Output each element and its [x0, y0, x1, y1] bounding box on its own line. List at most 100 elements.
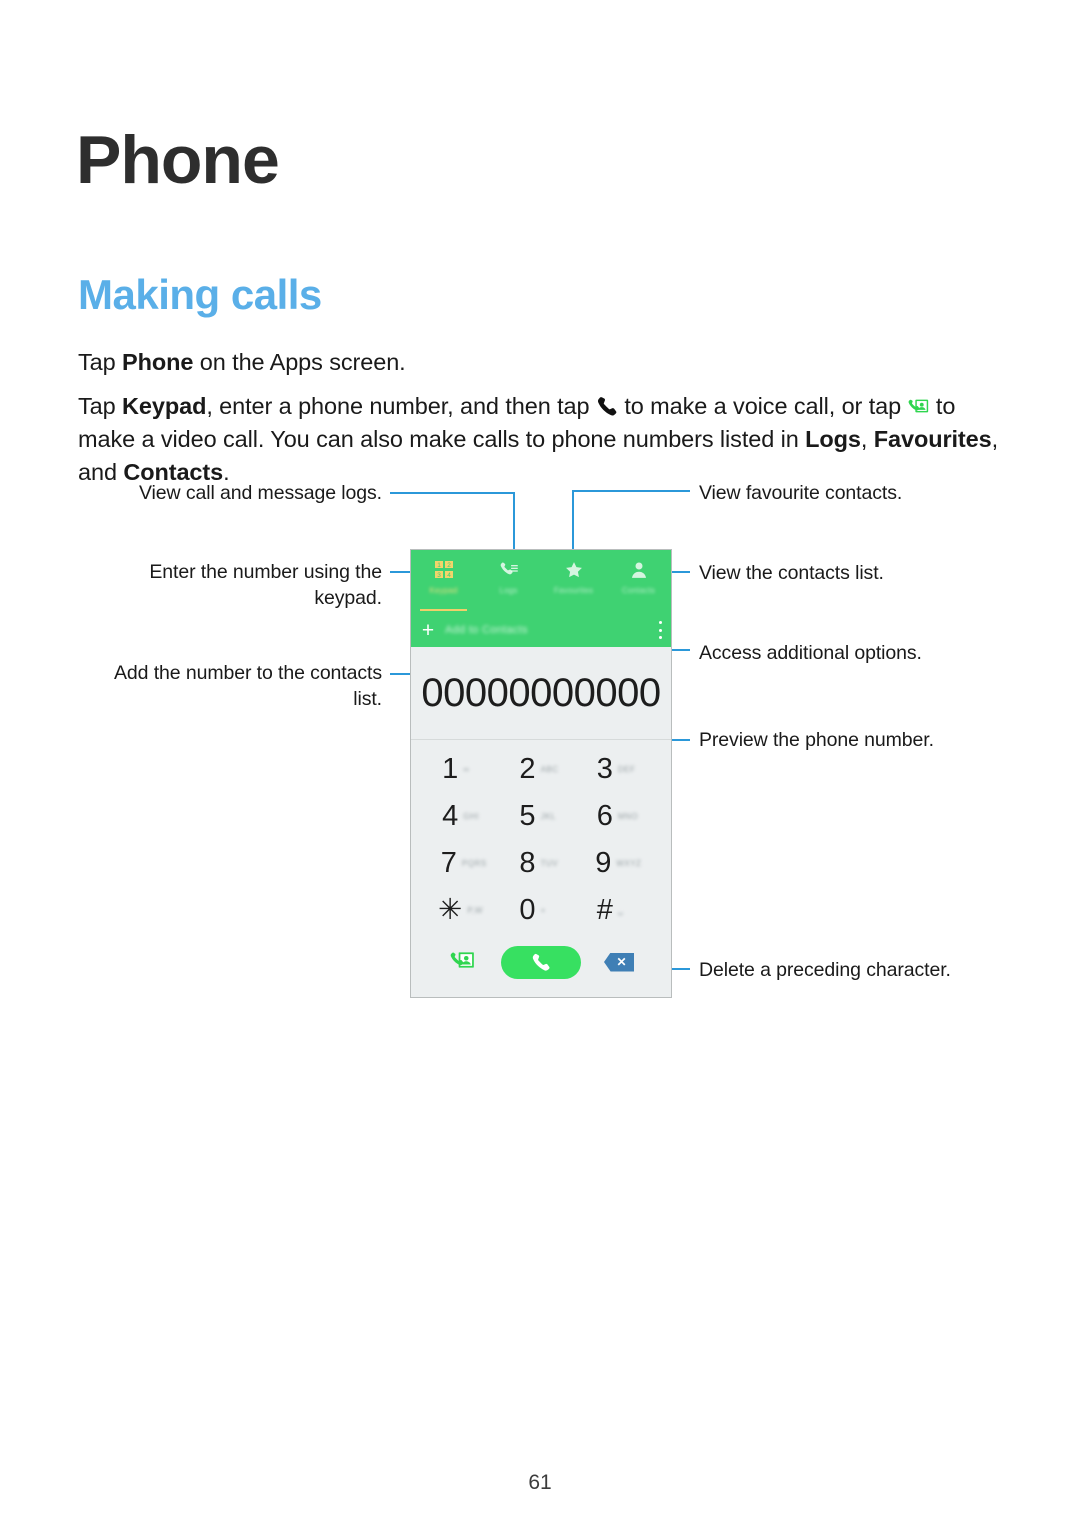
- key-star[interactable]: ✳ P,W: [425, 887, 502, 934]
- p2-text-c: , enter a phone number, and then tap: [206, 393, 596, 419]
- phone-tabbar: 1 2 3 4 Keypad Logs Favourites Contacts: [411, 550, 671, 613]
- keypad-row: ✳ P,W 0 + # ␣: [425, 887, 657, 934]
- call-handset-icon: [596, 395, 618, 417]
- tab-keypad-label: Keypad: [429, 586, 458, 595]
- leader-line-favourites-h: [572, 490, 690, 492]
- more-options-icon[interactable]: [658, 621, 662, 639]
- key-6[interactable]: 6 MNO: [580, 793, 657, 840]
- callout-access-options: Access additional options.: [699, 642, 922, 664]
- key-2[interactable]: 2 ABC: [502, 746, 579, 793]
- key-1[interactable]: 1 ∞: [425, 746, 502, 793]
- p2-bold-keypad: Keypad: [122, 393, 207, 419]
- backspace-cell[interactable]: ✕: [581, 952, 657, 972]
- key-star-digit: ✳: [438, 894, 463, 926]
- key-8-digit: 8: [519, 847, 536, 879]
- tab-favourites-label: Favourites: [553, 586, 594, 595]
- p2-text-g: ,: [860, 426, 874, 452]
- dialer-action-row: ✕: [411, 934, 671, 990]
- backspace-icon[interactable]: ✕: [604, 952, 634, 972]
- key-9[interactable]: 9 WXYZ: [580, 840, 657, 887]
- callout-enter-number-line2: keypad.: [314, 587, 382, 609]
- call-cell[interactable]: [501, 945, 581, 979]
- phone-number-display: 00000000000: [411, 647, 671, 740]
- call-log-icon: [498, 559, 520, 581]
- dial-keypad: 1 ∞ 2 ABC 3 DEF 4 GHI 5 JKL 6 MNO 7 PQRS 8 TUV 9…: [411, 740, 671, 934]
- add-to-contacts-row[interactable]: + Add to Contacts: [411, 613, 671, 647]
- add-contact-plus-icon[interactable]: +: [411, 620, 445, 641]
- add-to-contacts-label: Add to Contacts: [445, 624, 528, 636]
- instruction-paragraph-2: Tap Keypad, enter a phone number, and th…: [78, 390, 1008, 489]
- key-2-digit: 2: [519, 753, 536, 785]
- p2-text-a: Tap: [78, 393, 123, 419]
- keypad-row: 7 PQRS 8 TUV 9 WXYZ: [425, 840, 657, 887]
- phone-app-mockup: 1 2 3 4 Keypad Logs Favourites Contacts …: [410, 549, 672, 998]
- key-3-digit: 3: [596, 753, 613, 785]
- video-call-icon[interactable]: [450, 947, 476, 978]
- section-heading: Making calls: [78, 271, 322, 318]
- key-7-digit: 7: [440, 847, 457, 879]
- svg-text:1: 1: [437, 562, 441, 569]
- star-icon: [563, 559, 585, 581]
- phone-header: 1 2 3 4 Keypad Logs Favourites Contacts …: [411, 550, 671, 647]
- call-button[interactable]: [501, 945, 581, 979]
- video-call-icon: [908, 395, 930, 417]
- p1-bold-phone: Phone: [122, 349, 194, 375]
- keypad-grid-icon: 1 2 3 4: [433, 559, 455, 581]
- p2-bold-favourites: Favourites: [873, 426, 992, 452]
- instruction-paragraph-1: Tap Phone on the Apps screen.: [78, 346, 1008, 379]
- key-4-digit: 4: [442, 800, 459, 832]
- key-1-digit: 1: [442, 753, 459, 785]
- p2-text-d: to make a voice call, or tap: [617, 393, 908, 419]
- key-hash[interactable]: # ␣: [580, 887, 657, 934]
- key-hash-digit: #: [596, 894, 613, 926]
- svg-text:3: 3: [437, 572, 441, 579]
- key-5-digit: 5: [519, 800, 536, 832]
- key-0[interactable]: 0 +: [502, 887, 579, 934]
- callout-preview-number: Preview the phone number.: [699, 729, 934, 751]
- callout-view-favourites: View favourite contacts.: [699, 482, 903, 504]
- svg-text:4: 4: [447, 572, 451, 579]
- key-9-sub: WXYZ: [616, 859, 642, 868]
- tab-keypad[interactable]: 1 2 3 4 Keypad: [411, 550, 476, 613]
- callout-delete-character: Delete a preceding character.: [699, 959, 951, 981]
- keypad-row: 1 ∞ 2 ABC 3 DEF: [425, 746, 657, 793]
- key-3-sub: DEF: [617, 765, 636, 774]
- key-0-sub: +: [540, 906, 546, 915]
- callout-enter-number-line1: Enter the number using the: [149, 561, 382, 583]
- key-hash-sub: ␣: [617, 906, 624, 915]
- key-8-sub: TUV: [540, 859, 559, 868]
- key-9-digit: 9: [595, 847, 612, 879]
- phone-number-value: 00000000000: [421, 670, 661, 715]
- callout-enter-number: Enter the number using the keypad.: [0, 559, 382, 611]
- page-number: 61: [528, 1471, 552, 1494]
- tab-contacts[interactable]: Contacts: [606, 550, 671, 613]
- callout-add-contacts: Add the number to the contacts list.: [0, 660, 382, 712]
- key-3[interactable]: 3 DEF: [580, 746, 657, 793]
- callout-view-contacts: View the contacts list.: [699, 562, 884, 584]
- key-2-sub: ABC: [540, 765, 559, 774]
- page-title: Phone: [76, 122, 280, 198]
- key-star-sub: P,W: [467, 906, 483, 915]
- callout-view-logs: View call and message logs.: [139, 482, 382, 504]
- key-7[interactable]: 7 PQRS: [425, 840, 502, 887]
- key-8[interactable]: 8 TUV: [502, 840, 579, 887]
- tab-logs[interactable]: Logs: [476, 550, 541, 613]
- key-6-sub: MNO: [617, 812, 639, 821]
- key-4[interactable]: 4 GHI: [425, 793, 502, 840]
- key-5[interactable]: 5 JKL: [502, 793, 579, 840]
- active-tab-underline: [420, 609, 467, 611]
- svg-text:2: 2: [447, 562, 451, 569]
- tab-logs-label: Logs: [499, 586, 518, 595]
- tab-contacts-label: Contacts: [621, 586, 656, 595]
- key-0-digit: 0: [519, 894, 536, 926]
- key-1-sub: ∞: [463, 765, 470, 774]
- leader-line-logs-h: [390, 492, 515, 494]
- video-call-cell[interactable]: [425, 947, 501, 978]
- callout-add-contacts-line1: Add the number to the contacts: [113, 662, 382, 684]
- plus-glyph: +: [421, 618, 435, 642]
- key-6-digit: 6: [596, 800, 613, 832]
- callout-add-contacts-line2: list.: [353, 688, 382, 710]
- person-icon: [628, 559, 650, 581]
- p1-text-a: Tap: [78, 349, 123, 375]
- tab-favourites[interactable]: Favourites: [541, 550, 606, 613]
